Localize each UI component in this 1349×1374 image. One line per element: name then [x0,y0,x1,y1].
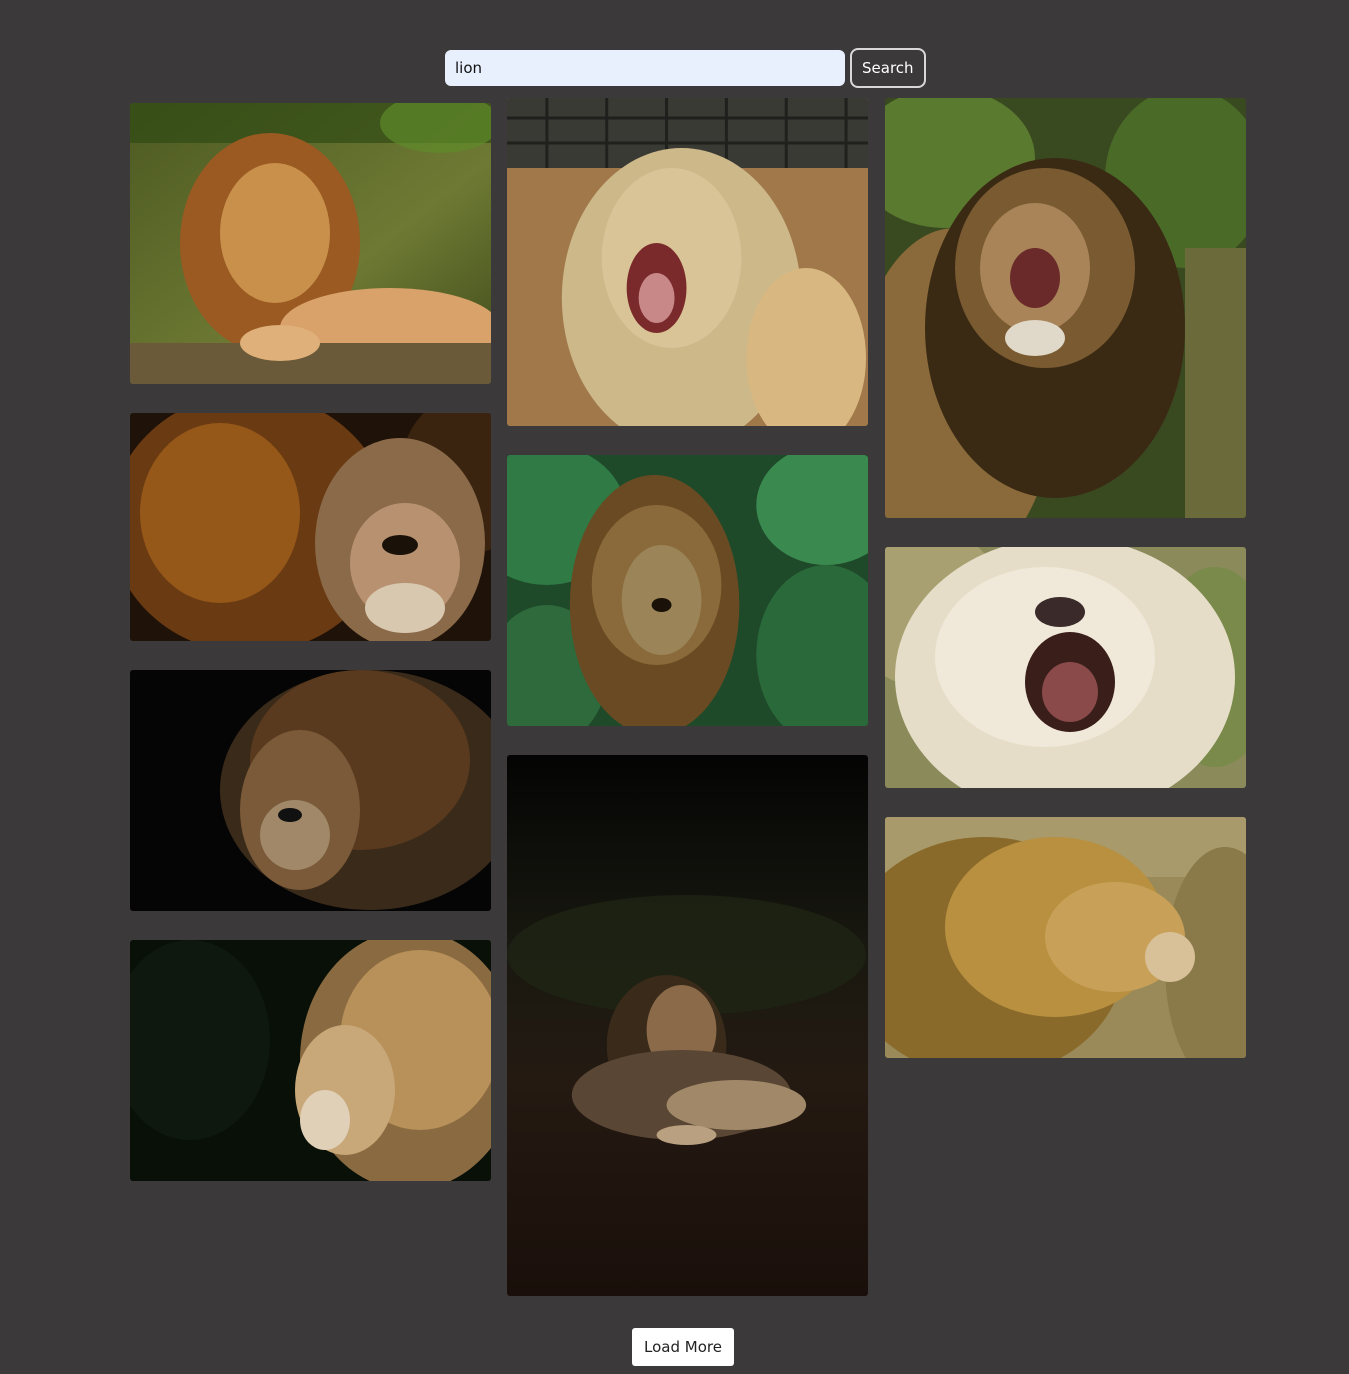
photo-lion-closeup[interactable] [130,413,491,641]
search-button[interactable]: Search [850,48,926,88]
lion-roaring-image [885,98,1246,518]
search-bar: Search [445,48,926,88]
white-lion-image [885,547,1246,788]
lion-yawning-image [507,98,868,426]
photo-lion-roaring[interactable] [885,98,1246,518]
lion-resting-image [130,103,491,384]
lion-grassland-image [885,817,1246,1058]
lion-jungle-image [507,455,868,726]
lion-night-image [507,755,868,1296]
lion-closeup-image [130,413,491,641]
photo-lion-profile-dark[interactable] [130,940,491,1181]
photo-lion-resting[interactable] [130,103,491,384]
photo-lion-yawning[interactable] [507,98,868,426]
load-more-button[interactable]: Load More [632,1328,734,1366]
photo-lion-night[interactable] [507,755,868,1296]
lion-dark-image [130,670,491,911]
photo-white-lion[interactable] [885,547,1246,788]
lion-profile-dark-image [130,940,491,1181]
search-input[interactable] [445,50,845,86]
photo-lion-grassland[interactable] [885,817,1246,1058]
photo-lion-jungle[interactable] [507,455,868,726]
photo-lion-dark[interactable] [130,670,491,911]
